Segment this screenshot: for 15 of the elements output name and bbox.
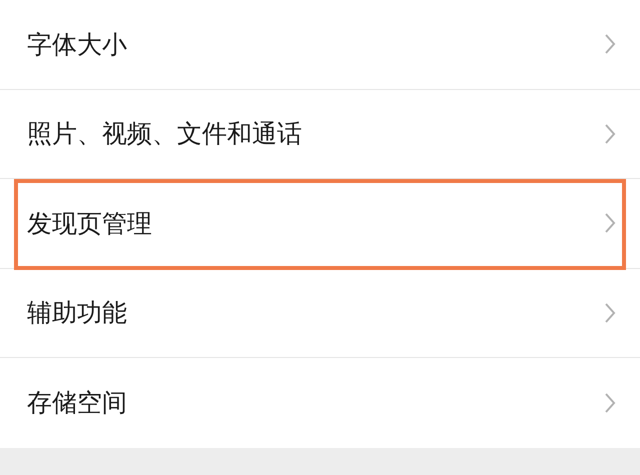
settings-row[interactable]: 辅助功能 <box>0 268 640 358</box>
chevron-icon <box>604 212 616 234</box>
settings-label: 辅助功能 <box>27 297 128 330</box>
settings-row[interactable]: 存储空间 <box>0 358 640 448</box>
chevron-icon <box>604 392 616 414</box>
settings-label: 存储空间 <box>27 387 128 420</box>
settings-row[interactable]: 照片、视频、文件和通话 <box>0 90 640 179</box>
chevron-icon <box>604 33 616 56</box>
settings-label: 照片、视频、文件和通话 <box>27 118 303 150</box>
settings-row[interactable]: 字体大小 <box>0 0 640 90</box>
chevron-icon <box>604 122 616 145</box>
settings-row[interactable]: 发现页管理 <box>0 179 640 268</box>
chevron-icon <box>604 302 616 324</box>
settings-label: 发现页管理 <box>27 208 153 240</box>
settings-label: 字体大小 <box>27 28 128 61</box>
